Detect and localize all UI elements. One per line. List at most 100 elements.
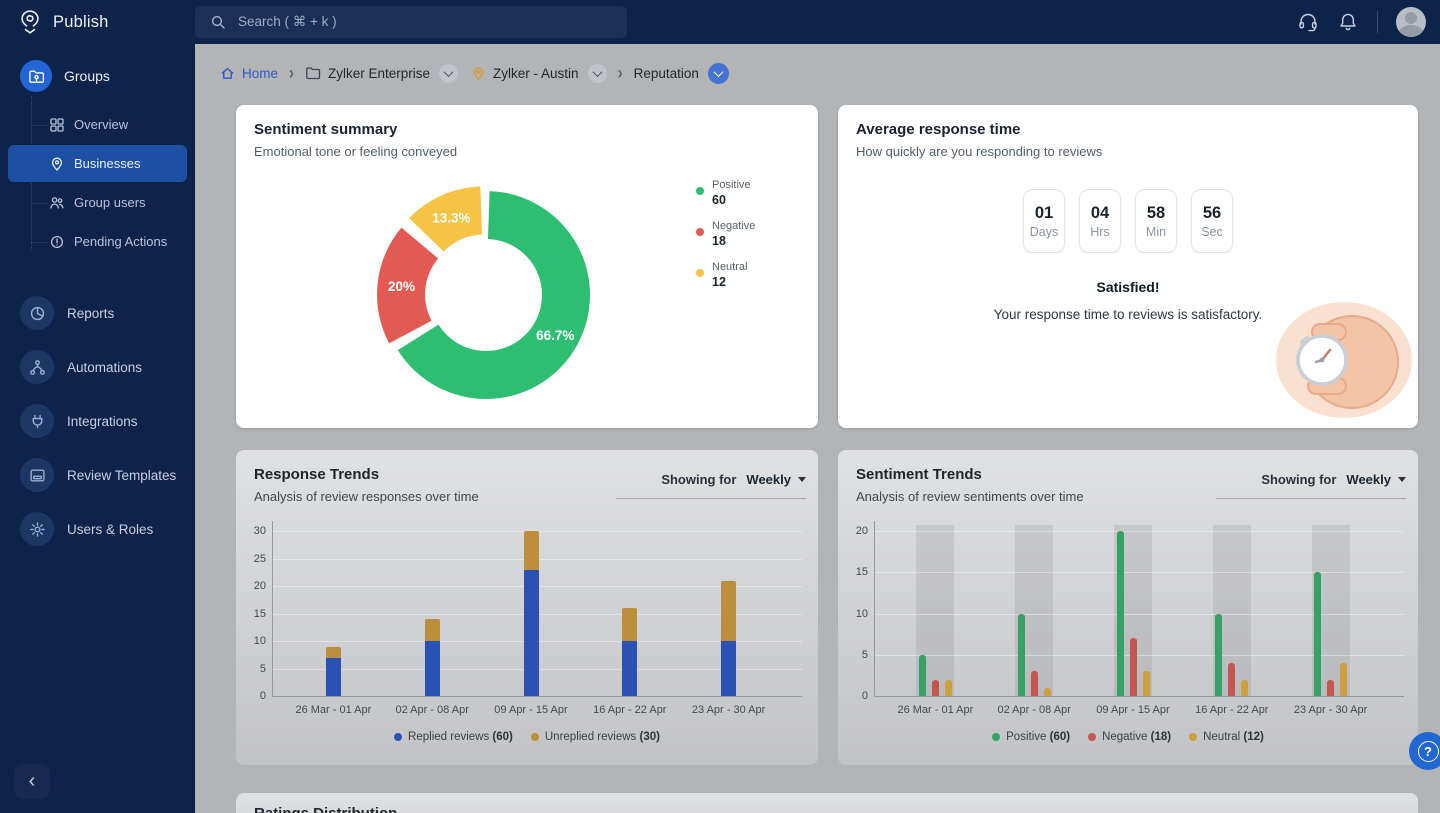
gridline	[272, 531, 802, 532]
topbar: Publish Search ( ⌘ + k )	[0, 0, 1440, 44]
legend-item-neutral[interactable]: Neutral 12	[696, 261, 755, 289]
sidebar-item-overview[interactable]: Overview	[8, 106, 187, 143]
legend-item-neutral[interactable]: Neutral (12)	[1189, 731, 1264, 743]
bar-positive[interactable]	[1215, 613, 1223, 696]
bar-positive[interactable]	[1314, 572, 1322, 696]
y-tick: 5	[259, 662, 266, 675]
sidebar-item-label: Overview	[74, 117, 129, 132]
app-title: Publish	[53, 12, 109, 31]
legend-value: 12	[712, 275, 726, 289]
bar-positive[interactable]	[1017, 613, 1025, 696]
breadcrumb-page[interactable]: Reputation	[634, 66, 699, 81]
bar-negative[interactable]	[1228, 663, 1236, 696]
legend-dot	[530, 733, 539, 741]
legend-item-negative[interactable]: Negative 18	[696, 220, 755, 248]
bar-replied-reviews[interactable]	[424, 641, 440, 696]
x-axis-label: 26 Mar - 01 Apr	[897, 704, 974, 716]
page-dropdown-chevron[interactable]	[707, 62, 729, 84]
bar-replied-reviews[interactable]	[622, 641, 638, 696]
breadcrumb-label: Zylker - Austin	[493, 65, 579, 81]
gridline	[272, 558, 802, 560]
main-content: Home › Zylker Enterprise Zylker - Austin…	[195, 44, 1440, 813]
breadcrumb-group[interactable]: Zylker Enterprise	[305, 65, 430, 81]
sidebar-menu: Reports Automations Integrations Review …	[0, 286, 195, 556]
support-headset-icon[interactable]	[1297, 11, 1319, 33]
bar-neutral[interactable]	[1241, 679, 1249, 696]
notifications-bell-icon[interactable]	[1337, 11, 1359, 33]
sidebar-item-businesses[interactable]: Businesses	[8, 145, 187, 182]
bar-negative[interactable]	[1129, 638, 1137, 696]
bar-unreplied-reviews[interactable]	[325, 646, 341, 658]
legend-item-negative[interactable]: Negative (18)	[1088, 731, 1171, 743]
bar-unreplied-reviews[interactable]	[523, 531, 539, 570]
y-tick: 10	[855, 607, 868, 620]
sidebar-collapse-button[interactable]: ‹	[14, 764, 50, 799]
help-button[interactable]: ?	[1409, 732, 1440, 770]
bar-unreplied-reviews[interactable]	[622, 608, 638, 641]
legend-label: Replied reviews (60)	[408, 731, 513, 743]
bar-neutral[interactable]	[1043, 687, 1051, 696]
automations-flow-icon	[20, 350, 54, 384]
legend-label: Positive (60)	[1006, 731, 1071, 743]
bar-replied-reviews[interactable]	[523, 569, 539, 696]
card-title: Average response time	[856, 121, 1021, 138]
card-title: Ratings Distribution	[254, 805, 397, 813]
y-tick: 5	[861, 648, 868, 661]
legend-label: Negative	[712, 220, 756, 232]
bar-replied-reviews[interactable]	[721, 641, 737, 696]
card-title: Sentiment summary	[254, 121, 398, 138]
gridline	[272, 641, 802, 642]
legend-label: Unreplied reviews (30)	[544, 731, 660, 743]
sidebar-item-groups[interactable]: Groups	[0, 44, 195, 102]
bar-negative[interactable]	[1030, 671, 1038, 696]
bar-negative[interactable]	[1327, 679, 1335, 696]
legend-label: Neutral	[712, 261, 748, 273]
group-dropdown-chevron[interactable]	[439, 63, 459, 83]
question-mark-icon: ?	[1417, 740, 1439, 762]
showing-for-label: Showing for	[1261, 472, 1337, 487]
legend-item-positive[interactable]: Positive 60	[696, 179, 755, 207]
sidebar-item-integrations[interactable]: Integrations	[0, 394, 195, 448]
avatar[interactable]	[1396, 7, 1426, 37]
bar-neutral[interactable]	[944, 679, 952, 696]
bar-unreplied-reviews[interactable]	[424, 619, 440, 641]
breadcrumb-business[interactable]: Zylker - Austin	[471, 66, 579, 81]
x-axis	[874, 696, 1404, 697]
legend-dot	[394, 733, 403, 741]
sidebar-item-users-roles[interactable]: Users & Roles	[0, 502, 195, 556]
home-icon	[220, 66, 235, 81]
x-axis-label: 16 Apr - 22 Apr	[593, 704, 667, 716]
breadcrumb-home[interactable]: Home	[220, 66, 278, 81]
sidebar-item-review-templates[interactable]: Review Templates	[0, 448, 195, 502]
unit-label: Sec	[1201, 224, 1223, 239]
bar-neutral[interactable]	[1142, 671, 1150, 696]
breadcrumb-label: Reputation	[633, 65, 699, 81]
bar-neutral[interactable]	[1340, 663, 1348, 696]
y-tick: 15	[855, 566, 868, 579]
bar-unreplied-reviews[interactable]	[721, 580, 737, 641]
brand: Publish	[0, 8, 179, 36]
sidebar-item-pending-actions[interactable]: Pending Actions	[8, 223, 187, 260]
sidebar-groups-label: Groups	[64, 68, 110, 84]
legend-item-replied-reviews[interactable]: Replied reviews (60)	[394, 731, 513, 743]
sidebar-item-group-users[interactable]: Group users	[8, 184, 187, 221]
sentiment-trends-period-dropdown[interactable]: Showing for Weekly	[1216, 472, 1406, 499]
card-subtitle: Analysis of review responses over time	[254, 489, 479, 504]
legend-item-positive[interactable]: Positive (60)	[992, 731, 1070, 743]
sentiment-summary-card: Sentiment summary Emotional tone or feel…	[236, 105, 818, 428]
sentiment-donut-chart[interactable]: 66.7% 20% 13.3%	[366, 175, 606, 415]
gridline	[874, 531, 1404, 532]
bar-positive[interactable]	[1116, 531, 1124, 696]
sidebar-item-automations[interactable]: Automations	[0, 340, 195, 394]
business-dropdown-chevron[interactable]	[587, 63, 607, 83]
legend-item-unreplied-reviews[interactable]: Unreplied reviews (30)	[530, 731, 660, 743]
response-trends-card: Response Trends Analysis of review respo…	[236, 450, 818, 765]
response-trends-period-dropdown[interactable]: Showing for Weekly	[616, 472, 806, 499]
bar-replied-reviews[interactable]	[325, 657, 341, 696]
bar-negative[interactable]	[931, 679, 939, 696]
sidebar-item-reports[interactable]: Reports	[0, 286, 195, 340]
bar-positive[interactable]	[918, 654, 926, 696]
legend-dot	[1189, 733, 1198, 741]
search-input[interactable]: Search ( ⌘ + k )	[195, 6, 627, 38]
sidebar-item-label: Review Templates	[67, 467, 177, 483]
